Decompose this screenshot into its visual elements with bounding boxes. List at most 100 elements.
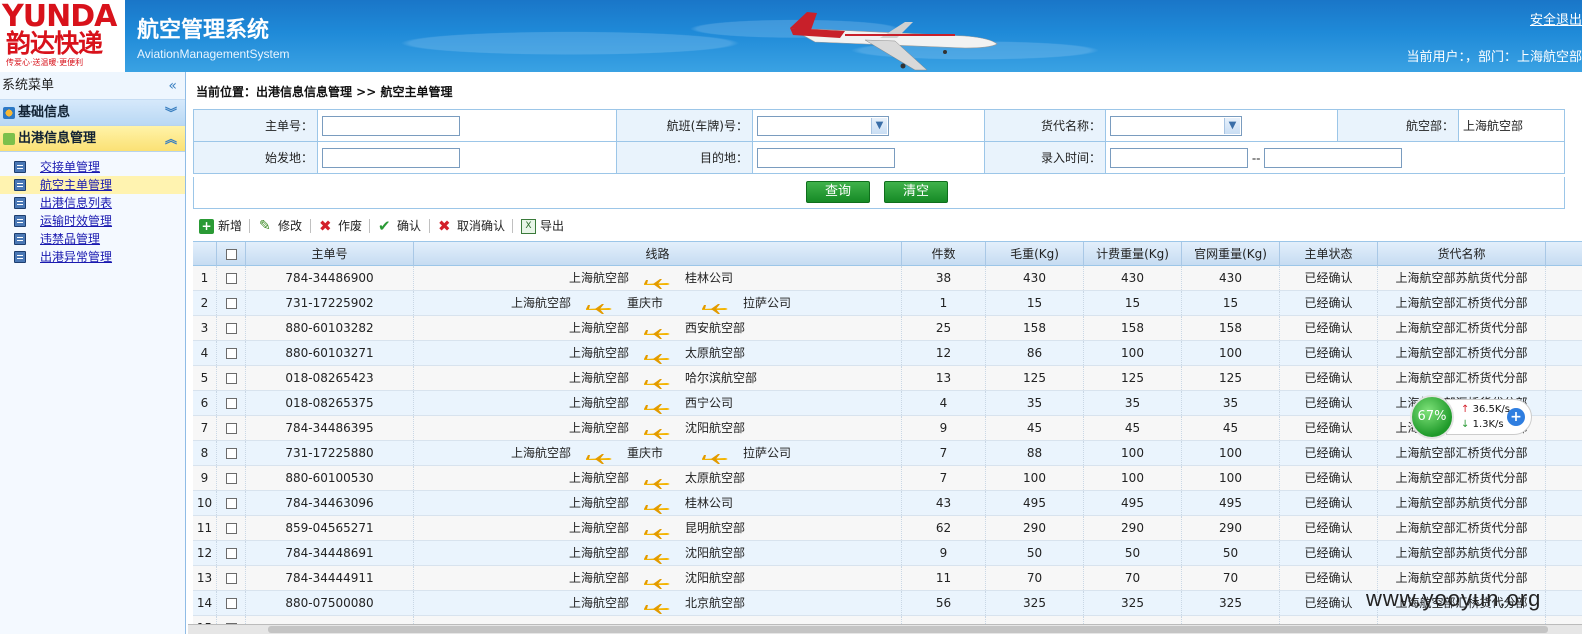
official-weight-cell: 430 [1182, 266, 1280, 290]
plus-icon[interactable]: + [1507, 408, 1525, 426]
table-row[interactable]: 1 784-34486900 上海航空部 桂林公司 38 430 430 430 已经确认 上海航… [193, 266, 1582, 291]
table-row[interactable]: 8 731-17225880 上海航空部 重庆市 拉萨公司 7 88 100 100 已经确认 上海… [193, 441, 1582, 466]
select-all-checkbox[interactable] [225, 249, 237, 260]
row-checkbox[interactable] [225, 348, 237, 359]
edit-button[interactable]: ✎ 修改 [259, 213, 302, 239]
row-number: 13 [193, 566, 217, 590]
menu-group-basic-info[interactable]: 基础信息 ︾ [0, 100, 185, 126]
dept-value: 上海航空部 [1458, 109, 1565, 142]
add-button[interactable]: + 新增 [199, 213, 242, 239]
entry-time-start-input[interactable] [1110, 147, 1248, 168]
sidebar-item-outbound-list[interactable]: 出港信息列表 [0, 194, 185, 212]
route-stop: 太原航空部 [685, 471, 746, 485]
row-checkbox[interactable] [225, 548, 237, 559]
table-row[interactable]: 3 880-60103282 上海航空部 西安航空部 25 158 158 158 已经确认 上海… [193, 316, 1582, 341]
sidebar-title: 系统菜单 [2, 78, 55, 93]
sidebar-item-label[interactable]: 运输时效管理 [40, 214, 112, 228]
row-checkbox[interactable] [225, 523, 237, 534]
airplane-icon [643, 348, 673, 364]
table-row[interactable]: 5 018-08265423 上海航空部 哈尔滨航空部 13 125 125 125 已经确认上… [193, 366, 1582, 391]
sidebar-item-contraband[interactable]: 违禁品管理 [0, 230, 185, 248]
row-checkbox[interactable] [225, 448, 237, 459]
void-button[interactable]: ✖ 作废 [319, 213, 362, 239]
forwarder-select[interactable]: ▼ [1110, 115, 1242, 136]
gross-weight-cell: 45 [986, 416, 1084, 440]
header-charge-weight[interactable]: 计费重量(Kg) [1084, 242, 1182, 266]
collapse-sidebar-icon[interactable]: « [168, 72, 177, 100]
table-row[interactable]: 11 859-04565271 上海航空部 昆明航空部 62 290 290 290 已经确认上… [193, 516, 1582, 541]
row-number: 1 [193, 266, 217, 290]
official-weight-cell: 125 [1182, 366, 1280, 390]
document-icon [14, 161, 26, 173]
airplane-icon [643, 473, 673, 489]
clear-button[interactable]: 清空 [884, 181, 948, 203]
sidebar-item-label[interactable]: 交接单管理 [40, 160, 100, 174]
search-form: 主单号： 航班(车牌)号： ▼ 货代名称： ▼ 航空部： 上海航空部 始发地： … [193, 109, 1565, 174]
checkmark-icon: ✔ [378, 216, 391, 235]
toolbar-divider [512, 219, 513, 233]
flight-select[interactable]: ▼ [757, 115, 889, 136]
route-stop: 重庆市 [627, 446, 664, 460]
row-checkbox-cell [217, 316, 246, 340]
cancel-confirm-button[interactable]: ✖ 取消确认 [438, 213, 505, 239]
header-gross-weight[interactable]: 毛重(Kg) [986, 242, 1084, 266]
table-row[interactable]: 4 880-60103271 上海航空部 太原航空部 12 86 100 100 已经确认 上海航… [193, 341, 1582, 366]
menu-group-outbound[interactable]: 出港信息管理 ︽ [0, 126, 185, 152]
row-number: 5 [193, 366, 217, 390]
row-checkbox[interactable] [225, 273, 237, 284]
query-button[interactable]: 查询 [806, 181, 870, 203]
master-no-input[interactable] [322, 115, 460, 136]
sidebar-item-transit-time[interactable]: 运输时效管理 [0, 212, 185, 230]
row-checkbox-cell [217, 591, 246, 615]
sidebar-item-label[interactable]: 出港异常管理 [40, 250, 112, 264]
table-row[interactable]: 6018-08265375上海航空部西宁公司4353535已经确认上海航空部汇桥… [193, 391, 1582, 416]
memory-percent-ball[interactable]: 67% [1410, 395, 1454, 439]
sidebar-item-master-bill[interactable]: 航空主单管理 [0, 176, 185, 194]
row-checkbox[interactable] [225, 473, 237, 484]
row-checkbox[interactable] [225, 323, 237, 334]
airplane-icon [643, 573, 673, 589]
header-official-weight[interactable]: 官网重量(Kg) [1182, 242, 1280, 266]
scrollbar-thumb[interactable] [268, 626, 1548, 633]
network-speed-widget[interactable]: ↑ 36.5K/s ↓ 1.3K/s + 67% [1410, 395, 1535, 439]
sidebar-item-label[interactable]: 航空主单管理 [40, 178, 112, 192]
sidebar-item-label[interactable]: 违禁品管理 [40, 232, 100, 246]
table-header: 主单号 线路 件数 毛重(Kg) 计费重量(Kg) 官网重量(Kg) 主单状态 … [193, 241, 1582, 266]
row-checkbox[interactable] [225, 373, 237, 384]
header-route[interactable]: 线路 [414, 242, 902, 266]
route-stop: 太原航空部 [685, 346, 746, 360]
official-weight-cell: 50 [1182, 541, 1280, 565]
logo-cn: 韵达快递 [6, 29, 103, 58]
sidebar-item-label[interactable]: 出港信息列表 [40, 196, 112, 210]
table-row[interactable]: 2 731-17225902 上海航空部 重庆市 拉萨公司 1 15 15 15 已经确认 上海航空… [193, 291, 1582, 316]
pieces-cell: 56 [902, 591, 986, 615]
table-row[interactable]: 9 880-60100530 上海航空部 太原航空部 7 100 100 100 已经确认 上海航… [193, 466, 1582, 491]
dest-input[interactable] [757, 147, 895, 168]
airplane-icon [643, 398, 673, 414]
sidebar-item-exception[interactable]: 出港异常管理 [0, 248, 185, 266]
logout-link[interactable]: 安全退出 [1530, 9, 1582, 28]
row-checkbox[interactable] [225, 598, 237, 609]
header-status[interactable]: 主单状态 [1280, 242, 1378, 266]
row-checkbox[interactable] [225, 573, 237, 584]
table-row[interactable]: 7784-34486395上海航空部沈阳航空部9454545已经确认上海航空部苏… [193, 416, 1582, 441]
header-pieces[interactable]: 件数 [902, 242, 986, 266]
confirm-button[interactable]: ✔ 确认 [378, 213, 421, 239]
row-checkbox[interactable] [225, 498, 237, 509]
header-forwarder[interactable]: 货代名称 [1378, 242, 1546, 266]
forwarder-cell: 上海航空部苏航货代分部 [1378, 491, 1546, 515]
route-stop: 哈尔滨航空部 [685, 371, 758, 385]
row-checkbox[interactable] [225, 423, 237, 434]
sidebar-item-handover[interactable]: 交接单管理 [0, 158, 185, 176]
entry-time-end-input[interactable] [1264, 147, 1403, 168]
route-stop: 上海航空部 [569, 496, 630, 510]
table-row[interactable]: 12 784-34448691 上海航空部 沈阳航空部 9 50 50 50 已经确认 上海航空部… [193, 541, 1582, 566]
origin-input[interactable] [322, 147, 460, 168]
table-row[interactable]: 10 784-34463096 上海航空部 桂林公司 43 495 495 495 已经确认 上海… [193, 491, 1582, 516]
export-button[interactable]: X 导出 [521, 213, 564, 239]
row-checkbox[interactable] [225, 298, 237, 309]
header-master-no[interactable]: 主单号 [246, 242, 414, 266]
horizontal-scrollbar[interactable] [188, 624, 1582, 634]
row-checkbox[interactable] [225, 398, 237, 409]
charge-weight-cell: 35 [1084, 391, 1182, 415]
